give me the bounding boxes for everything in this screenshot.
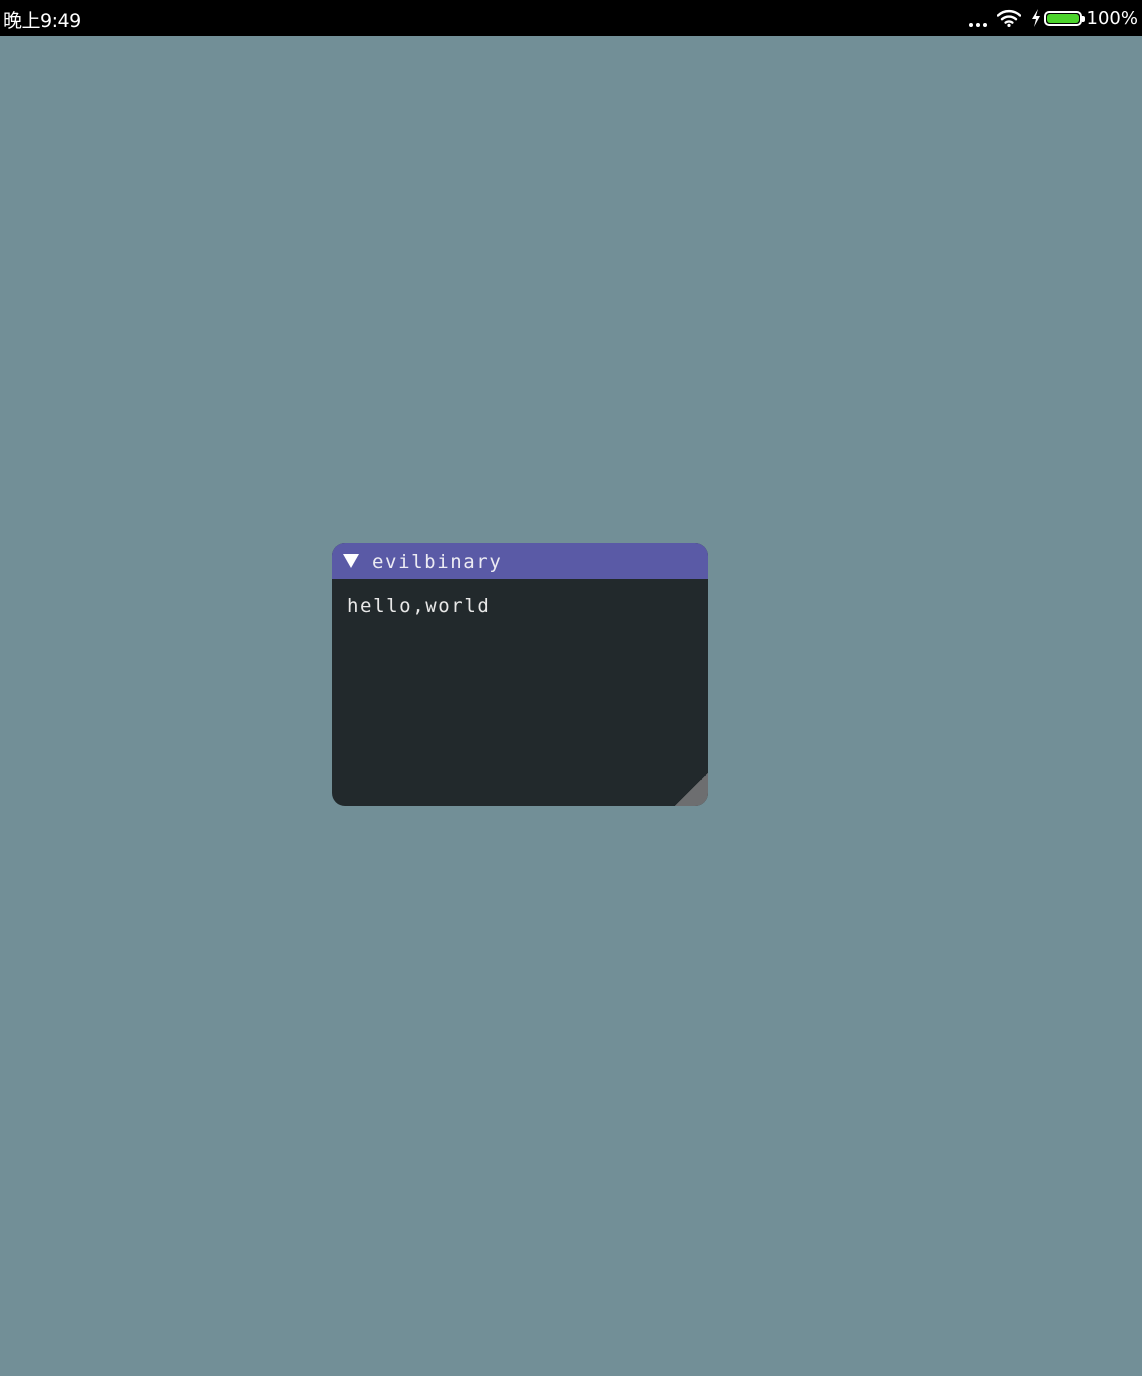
window-title: evilbinary: [372, 551, 503, 573]
battery-icon: [1043, 10, 1085, 26]
collapse-arrow-icon[interactable]: [343, 554, 359, 568]
charging-bolt-icon: [1031, 9, 1040, 27]
status-bar: 晚上9:49 100%: [0, 0, 1142, 36]
status-time: 晚上9:49: [3, 10, 81, 32]
battery-fill: [1046, 13, 1079, 23]
resize-grip-icon[interactable]: [675, 773, 708, 806]
battery-percent: 100%: [1086, 7, 1138, 29]
status-icons: 100%: [968, 0, 1138, 36]
wifi-icon: [996, 9, 1021, 27]
more-dots-icon: [968, 23, 987, 27]
window-body-text: hello,world: [347, 595, 491, 617]
imgui-window[interactable]: evilbinary hello,world: [332, 543, 708, 806]
window-titlebar[interactable]: evilbinary: [332, 543, 708, 579]
